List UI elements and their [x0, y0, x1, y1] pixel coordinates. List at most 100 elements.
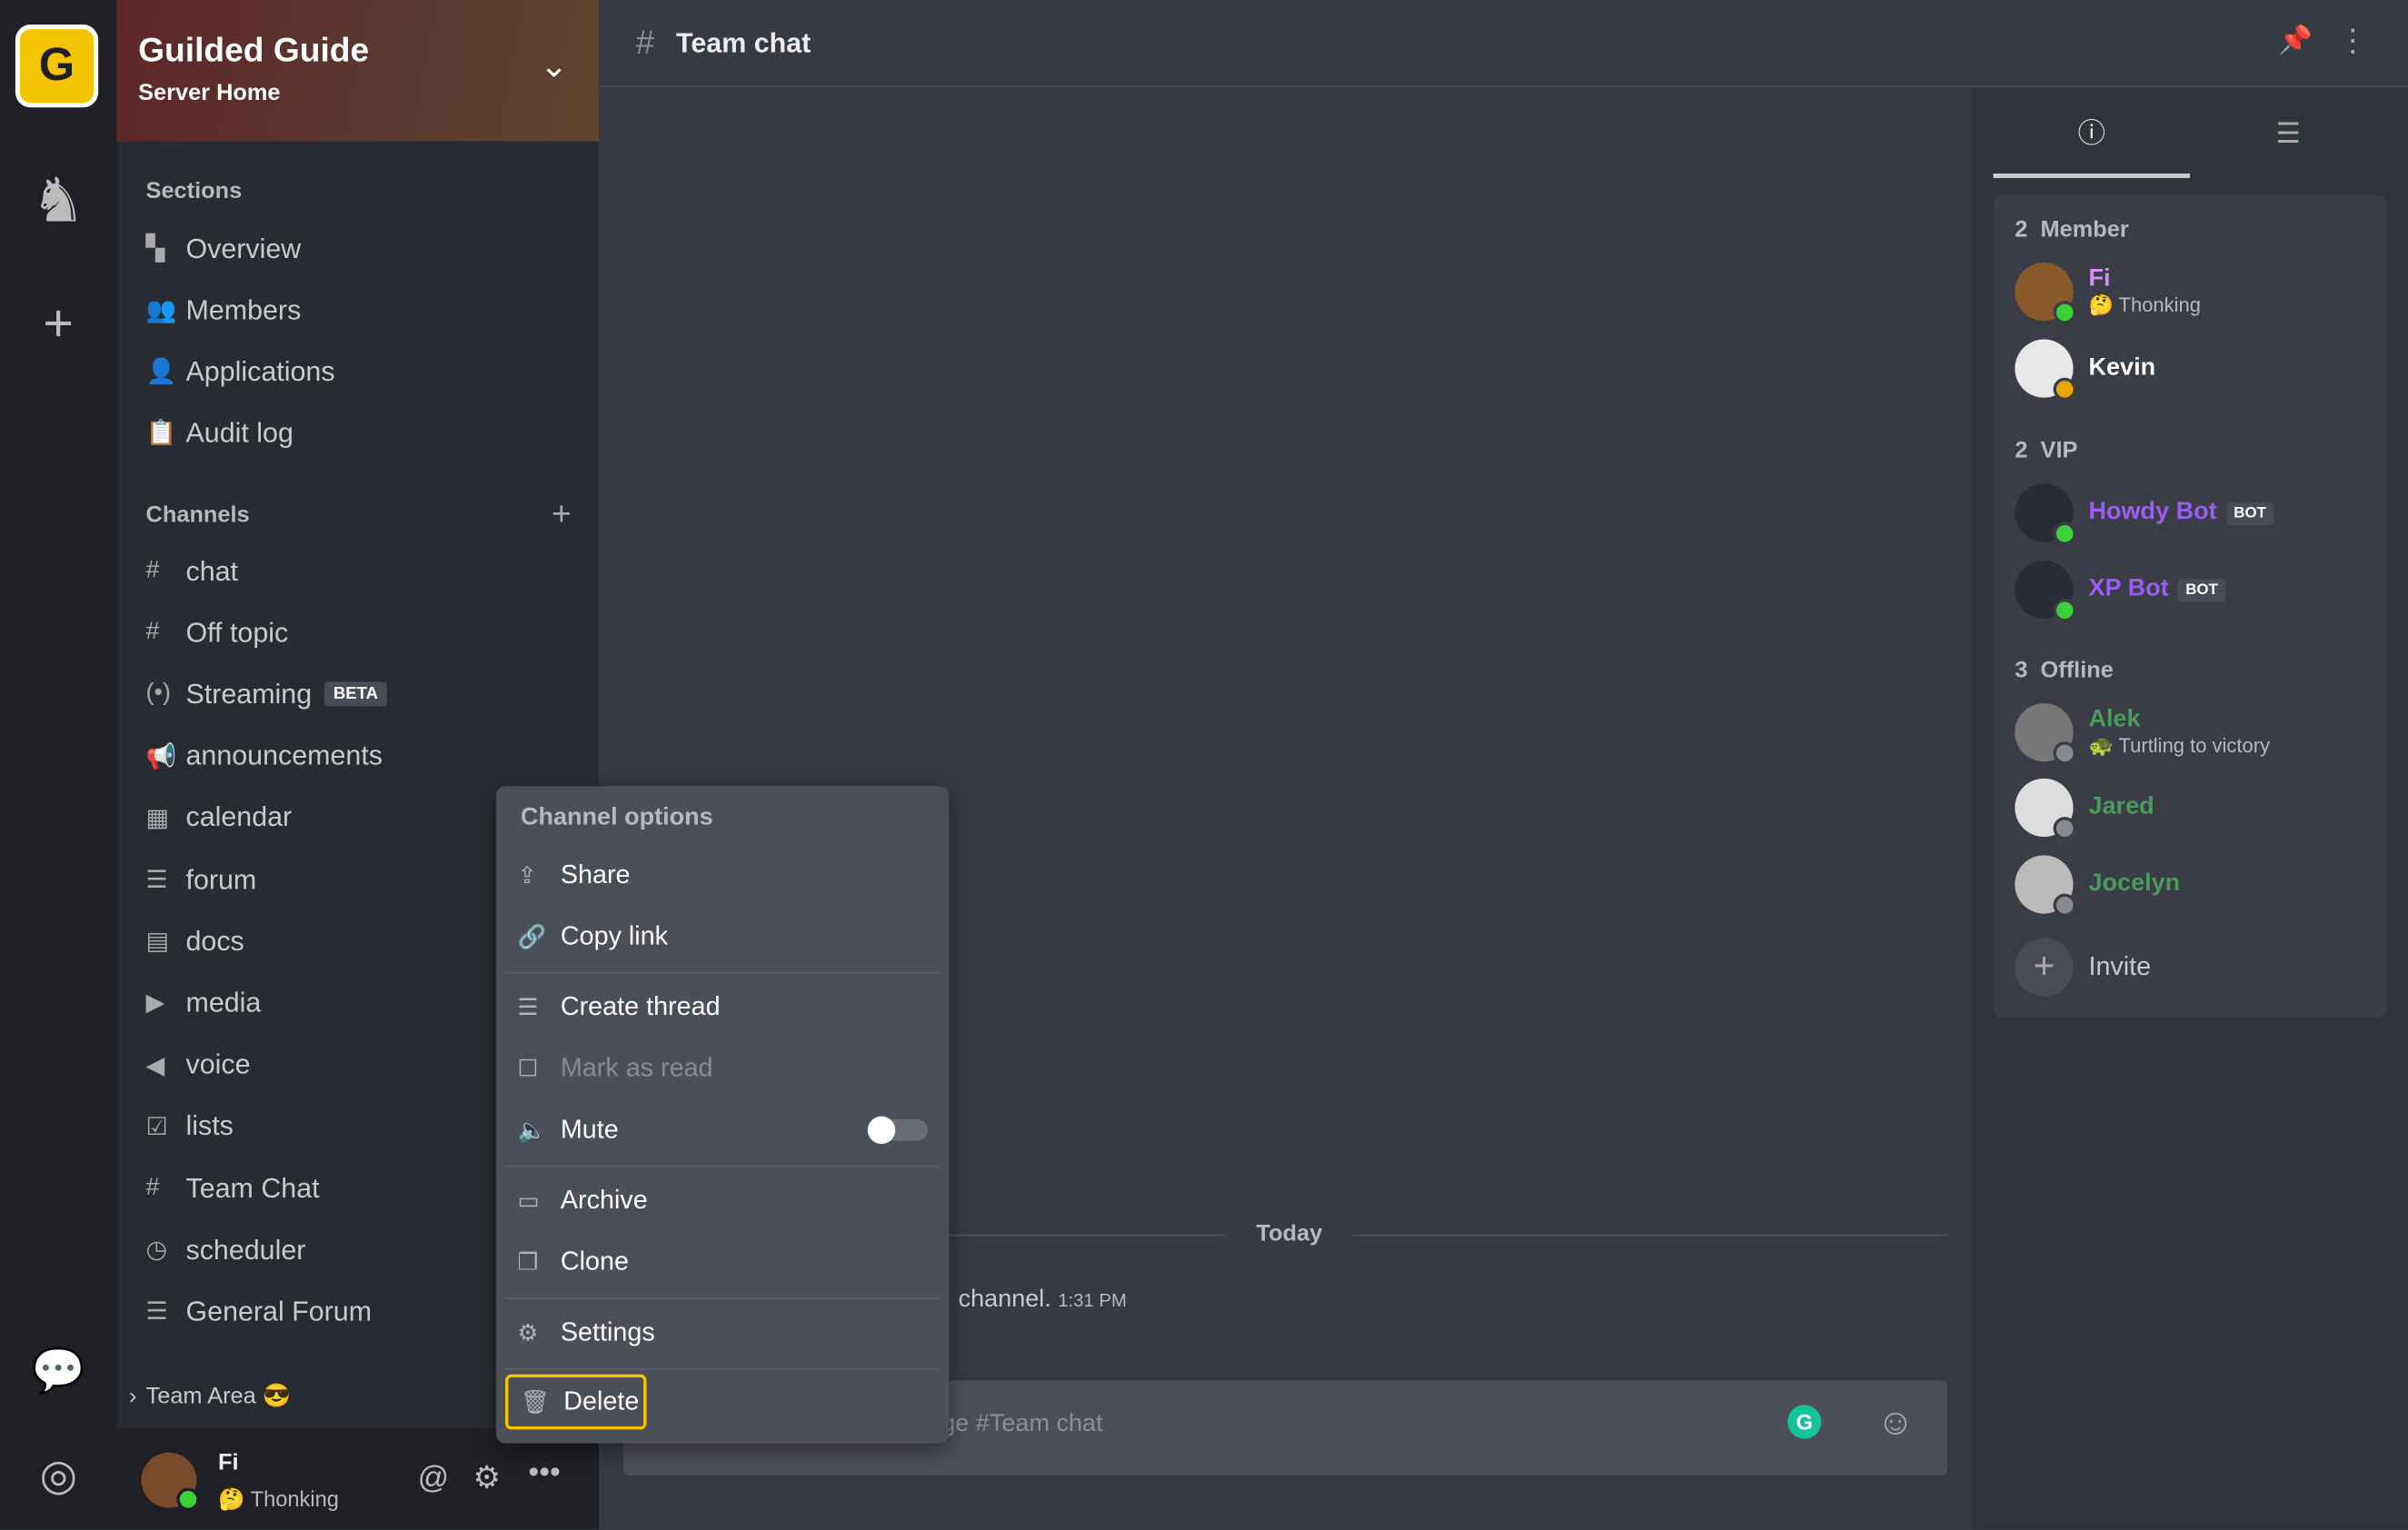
mute-toggle[interactable] — [867, 1116, 928, 1145]
channel-team-chat[interactable]: # Team Chat — [146, 1166, 320, 1212]
server-subtitle: Server Home — [138, 79, 281, 106]
member-panel: ⓘ ☰ 2 Member 2 VIP 3 Offline Fi 🤔 Thonking Ke… — [1972, 87, 2408, 1530]
channel-calendar[interactable]: ▦ calendar — [146, 795, 293, 841]
menu-label: Archive — [560, 1185, 648, 1215]
avatar — [2015, 778, 2076, 840]
thread-icon: ☰ — [517, 995, 539, 1021]
kebab-menu-icon[interactable]: ⋮ — [2337, 22, 2368, 60]
menu-archive[interactable]: ▭ Archive — [518, 1177, 648, 1224]
channel-title: Team chat — [676, 26, 811, 58]
support-icon[interactable]: ◎ — [0, 1449, 116, 1500]
channel-label: Streaming — [185, 678, 313, 710]
sidebar-item-overview[interactable]: ▚ Overview — [146, 225, 302, 272]
plus-icon: + — [2015, 938, 2074, 997]
chevron-down-icon[interactable]: ⌄ — [540, 46, 568, 86]
system-message: channel. 1:31 PM — [959, 1287, 1127, 1314]
invite-button[interactable]: + Invite — [2015, 938, 2152, 997]
team-area-emoji: 😎 — [262, 1383, 292, 1410]
add-server-icon[interactable]: + — [0, 294, 116, 354]
menu-mute[interactable]: 🔈 Mute — [518, 1108, 928, 1154]
presence-indicator — [2053, 377, 2076, 402]
channel-media[interactable]: ▶ media — [146, 980, 262, 1027]
tab-threads[interactable]: ☰ — [2190, 87, 2386, 174]
member-status: Thonking — [2118, 293, 2201, 317]
sidebar-item-label: Overview — [185, 233, 302, 263]
chat-bubble-icon[interactable]: 💬 — [0, 1345, 116, 1396]
server-header[interactable]: Guilded Guide Server Home ⌄ — [116, 0, 600, 142]
channel-label: General Forum — [185, 1296, 373, 1327]
sidebar-item-label: Members — [185, 293, 302, 325]
more-icon[interactable]: ••• — [528, 1455, 561, 1491]
server-rail: G ♞ + 💬 ◎ — [0, 0, 117, 1530]
menu-share[interactable]: ⇪ Share — [518, 852, 631, 899]
member-group-heading: 2 VIP — [2015, 437, 2078, 464]
channel-streaming[interactable]: (•) Streaming BETA — [146, 671, 388, 718]
menu-copy-link[interactable]: 🔗 Copy link — [518, 914, 668, 960]
presence-indicator — [2053, 893, 2076, 917]
menu-label: Delete — [563, 1386, 640, 1416]
tab-info[interactable]: ⓘ — [1993, 87, 2191, 179]
member-name: XP Bot — [2088, 575, 2169, 602]
message-text: channel. — [958, 1287, 1051, 1313]
channel-general-forum[interactable]: ☰ General Forum — [146, 1289, 373, 1336]
message-time: 1:31 PM — [1058, 1289, 1127, 1312]
pin-icon[interactable]: 📌 — [2278, 25, 2313, 56]
bot-badge: BOT — [2225, 501, 2274, 525]
gear-icon[interactable]: ⚙ — [473, 1459, 501, 1497]
channel-off-topic[interactable]: # Off topic — [146, 610, 289, 656]
channel-forum[interactable]: ☰ forum — [146, 857, 257, 903]
avatar[interactable] — [141, 1452, 200, 1512]
channel-label: Team Chat — [185, 1172, 320, 1204]
bot-badge: BOT — [2177, 578, 2226, 601]
grammarly-icon[interactable]: G — [1787, 1405, 1822, 1439]
add-channel-icon[interactable]: + — [552, 494, 572, 534]
sidebar-item-applications[interactable]: 👤 Applications — [146, 349, 335, 395]
mute-icon: 🔈 — [517, 1118, 547, 1145]
member-name: Jared — [2088, 793, 2154, 820]
channel-lists[interactable]: ☑ lists — [146, 1104, 234, 1150]
member-item[interactable]: Fi 🤔 Thonking — [2015, 262, 2201, 324]
team-area-group[interactable]: › Team Area 😎 — [129, 1373, 291, 1419]
mark-read-icon: ☐ — [517, 1056, 539, 1083]
date-divider-label: Today — [1225, 1220, 1354, 1247]
avatar — [2015, 855, 2076, 917]
threads-icon: ☰ — [2275, 118, 2301, 149]
channel-chat[interactable]: # chat — [146, 548, 238, 594]
member-name: Alek — [2088, 706, 2141, 733]
gear-icon: ⚙ — [517, 1320, 539, 1347]
member-group-heading: 2 Member — [2015, 216, 2129, 243]
channel-label: calendar — [185, 801, 293, 833]
channel-docs[interactable]: ▤ docs — [146, 919, 244, 965]
channel-scheduler[interactable]: ◷ scheduler — [146, 1227, 306, 1274]
sidebar-item-members[interactable]: 👥 Members — [146, 287, 302, 333]
member-item[interactable]: Alek 🐢 Turtling to victory — [2015, 703, 2270, 765]
menu-mark-as-read: ☐ Mark as read — [518, 1046, 713, 1092]
member-item[interactable]: Howdy Bot BOT — [2015, 483, 2274, 545]
channel-type-icon: ☰ — [145, 867, 168, 894]
sidebar-item-audit-log[interactable]: 📋 Audit log — [146, 410, 294, 456]
channel-announcements[interactable]: 📢 announcements — [146, 733, 383, 780]
member-item[interactable]: Jared — [2015, 778, 2154, 840]
channel-type-icon: # — [145, 619, 160, 646]
member-item[interactable]: XP Bot BOT — [2015, 560, 2226, 622]
menu-delete[interactable]: 🗑 Delete — [505, 1374, 647, 1430]
member-item[interactable]: Jocelyn — [2015, 855, 2180, 917]
menu-settings[interactable]: ⚙ Settings — [518, 1310, 655, 1356]
mention-icon[interactable]: @ — [418, 1462, 449, 1497]
overview-icon: ▚ — [145, 236, 165, 263]
guilded-logo[interactable]: G — [15, 25, 99, 108]
menu-clone[interactable]: ❐ Clone — [518, 1239, 629, 1286]
member-item[interactable]: Kevin — [2015, 339, 2155, 402]
emoji-icon[interactable]: ☺ — [1876, 1402, 1914, 1445]
knight-avatar-icon[interactable]: ♞ — [0, 166, 116, 237]
beta-badge: BETA — [323, 682, 388, 708]
presence-indicator — [2053, 301, 2076, 324]
channel-voice[interactable]: ◀ voice — [146, 1042, 251, 1088]
menu-create-thread[interactable]: ☰ Create thread — [518, 984, 721, 1030]
presence-indicator — [2053, 817, 2076, 840]
sidebar-item-label: Applications — [185, 355, 335, 387]
user-name: Fi — [217, 1449, 239, 1476]
info-icon: ⓘ — [2077, 118, 2106, 149]
channel-type-icon: ▤ — [145, 929, 170, 956]
invite-label: Invite — [2088, 951, 2152, 981]
